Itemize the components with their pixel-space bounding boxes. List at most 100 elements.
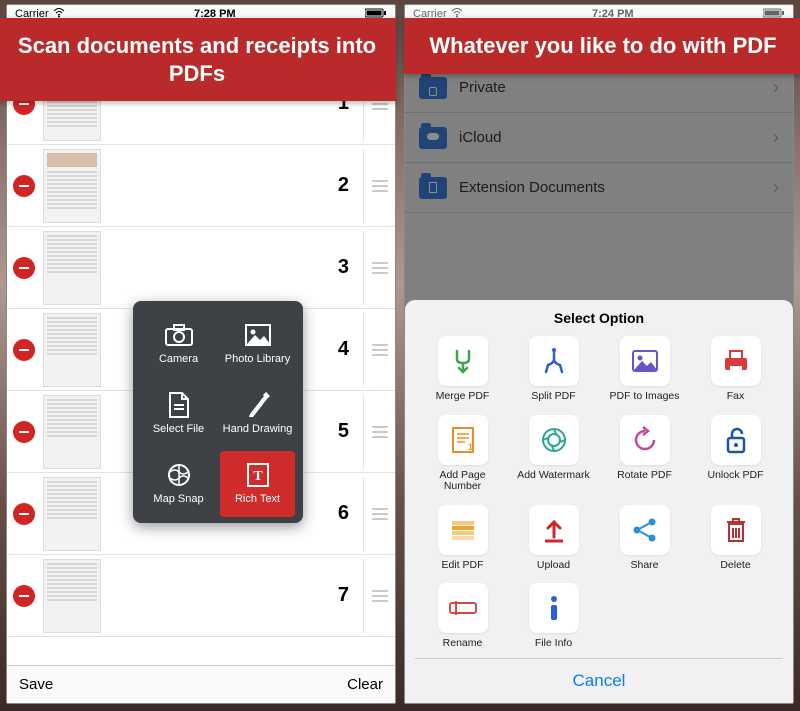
svg-text:1: 1	[468, 442, 473, 452]
option-label: Split PDF	[531, 391, 575, 403]
merge-icon	[438, 336, 488, 386]
page-number-label: 2	[338, 174, 349, 197]
option-label: File Info	[535, 638, 572, 650]
popover-option-rich-text[interactable]: T Rich Text	[220, 451, 295, 517]
rename-icon	[438, 583, 488, 633]
option-label: Add Page Number	[421, 470, 504, 493]
option-label: Fax	[727, 391, 745, 403]
phone-screen-create-pdf: Carrier 7:28 PM Cancel Create PDF Add Pa…	[6, 4, 396, 704]
pagenum-icon: 1	[438, 415, 488, 465]
option-rotate[interactable]: Rotate PDF	[603, 415, 686, 493]
upload-icon	[529, 505, 579, 555]
option-label: Share	[630, 560, 658, 572]
fax-icon	[711, 336, 761, 386]
option-wmark[interactable]: Add Watermark	[512, 415, 595, 493]
page-number-label: 7	[338, 584, 349, 607]
drag-handle[interactable]	[363, 559, 389, 633]
delete-icon	[711, 505, 761, 555]
page-thumbnail[interactable]	[43, 313, 101, 387]
popover-option-label: Camera	[159, 353, 198, 365]
delete-row-button[interactable]	[13, 585, 35, 607]
option-label: Delete	[720, 560, 750, 572]
split-icon	[529, 336, 579, 386]
drag-handle[interactable]	[363, 477, 389, 551]
option-upload[interactable]: Upload	[512, 505, 595, 572]
option-merge[interactable]: Merge PDF	[421, 336, 504, 403]
popover-option-photo-library[interactable]: Photo Library	[220, 311, 295, 377]
option-editpdf[interactable]: Edit PDF	[421, 505, 504, 572]
option-label: Rotate PDF	[617, 470, 672, 482]
option-share[interactable]: Share	[603, 505, 686, 572]
map-snap-icon	[165, 463, 193, 487]
popover-option-label: Hand Drawing	[223, 423, 293, 435]
popover-option-map-snap[interactable]: Map Snap	[141, 451, 216, 517]
popover-option-label: Photo Library	[225, 353, 290, 365]
page-thumbnail[interactable]	[43, 559, 101, 633]
marketing-banner-left: Scan documents and receipts into PDFs	[0, 18, 396, 101]
popover-option-camera[interactable]: Camera	[141, 311, 216, 377]
action-sheet: Select Option Merge PDF Split PDF PDF to I…	[405, 300, 793, 703]
select-file-icon	[165, 393, 193, 417]
delete-row-button[interactable]	[13, 257, 35, 279]
page-number-label: 6	[338, 502, 349, 525]
option-toimg[interactable]: PDF to Images	[603, 336, 686, 403]
drag-handle[interactable]	[363, 149, 389, 223]
delete-row-button[interactable]	[13, 503, 35, 525]
drag-handle[interactable]	[363, 395, 389, 469]
photo-library-icon	[244, 323, 272, 347]
option-rename[interactable]: Rename	[421, 583, 504, 650]
option-fax[interactable]: Fax	[694, 336, 777, 403]
unlock-icon	[711, 415, 761, 465]
page-row[interactable]: 7	[7, 555, 395, 637]
option-label: Rename	[443, 638, 483, 650]
option-label: Add Watermark	[517, 470, 590, 482]
option-split[interactable]: Split PDF	[512, 336, 595, 403]
popover-option-label: Select File	[153, 423, 204, 435]
delete-row-button[interactable]	[13, 175, 35, 197]
option-delete[interactable]: Delete	[694, 505, 777, 572]
camera-icon	[165, 323, 193, 347]
svg-text:T: T	[253, 469, 263, 484]
editpdf-icon	[438, 505, 488, 555]
option-label: PDF to Images	[609, 391, 679, 403]
option-unlock[interactable]: Unlock PDF	[694, 415, 777, 493]
cancel-button[interactable]: Cancel	[415, 658, 783, 703]
popover-option-label: Map Snap	[153, 493, 203, 505]
option-grid: Merge PDF Split PDF PDF to Images Fax 1 Add P…	[415, 336, 783, 658]
page-thumbnail[interactable]	[43, 149, 101, 223]
toimg-icon	[620, 336, 670, 386]
rotate-icon	[620, 415, 670, 465]
page-number-label: 3	[338, 256, 349, 279]
option-label: Unlock PDF	[707, 470, 763, 482]
phone-screen-documents: Carrier 7:24 PM ? Documents Edit Private…	[404, 4, 794, 704]
delete-row-button[interactable]	[13, 339, 35, 361]
delete-row-button[interactable]	[13, 421, 35, 443]
drag-handle[interactable]	[363, 313, 389, 387]
marketing-banner-right: Whatever you like to do with PDF	[404, 18, 800, 74]
page-number-label: 4	[338, 338, 349, 361]
page-thumbnail[interactable]	[43, 477, 101, 551]
sheet-title: Select Option	[415, 310, 783, 326]
hand-drawing-icon	[244, 393, 272, 417]
popover-option-select-file[interactable]: Select File	[141, 381, 216, 447]
drag-handle[interactable]	[363, 231, 389, 305]
info-icon	[529, 583, 579, 633]
save-button[interactable]: Save	[19, 676, 53, 693]
page-row[interactable]: 3	[7, 227, 395, 309]
popover-option-label: Rich Text	[235, 493, 280, 505]
page-number-label: 5	[338, 420, 349, 443]
page-thumbnail[interactable]	[43, 395, 101, 469]
page-row[interactable]: 2	[7, 145, 395, 227]
option-label: Upload	[537, 560, 570, 572]
add-source-popover: Camera Photo Library Select File Hand Drawi…	[133, 301, 303, 523]
page-thumbnail[interactable]	[43, 231, 101, 305]
clear-button[interactable]: Clear	[347, 676, 383, 693]
option-info[interactable]: File Info	[512, 583, 595, 650]
option-pagenum[interactable]: 1 Add Page Number	[421, 415, 504, 493]
share-icon	[620, 505, 670, 555]
option-label: Edit PDF	[441, 560, 483, 572]
documents-content: Private›iCloud›Extension Documents› Sele…	[405, 63, 793, 703]
popover-option-hand-drawing[interactable]: Hand Drawing	[220, 381, 295, 447]
bottom-toolbar: Save Clear	[7, 665, 395, 703]
option-label: Merge PDF	[436, 391, 490, 403]
